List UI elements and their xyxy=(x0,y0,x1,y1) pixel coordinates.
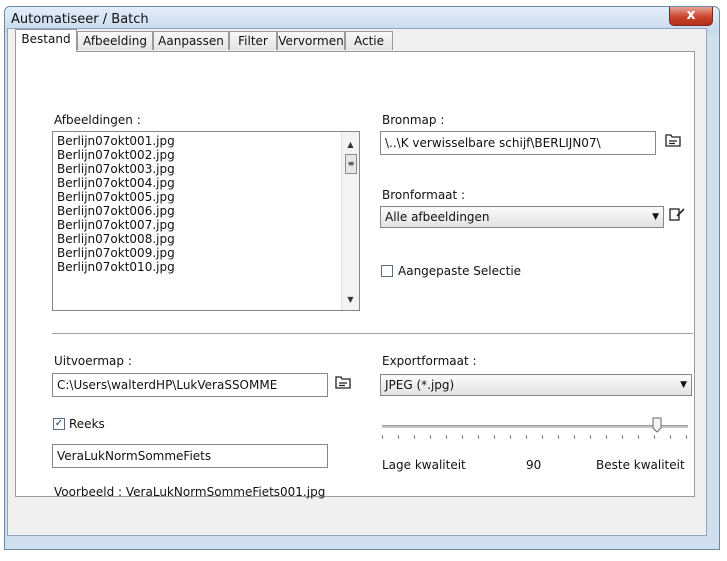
high-quality-label: Beste kwaliteit xyxy=(596,458,685,472)
edit-icon[interactable] xyxy=(666,206,688,228)
scroll-down-icon[interactable]: ▼ xyxy=(342,291,359,308)
list-item[interactable]: Berlijn07okt010.jpg xyxy=(53,260,359,274)
list-item[interactable]: Berlijn07okt004.jpg xyxy=(53,176,359,190)
folder-browse-icon[interactable] xyxy=(332,374,354,396)
export-format-label: Exportformaat : xyxy=(382,354,477,368)
folder-browse-icon[interactable] xyxy=(662,132,684,154)
list-item[interactable]: Berlijn07okt005.jpg xyxy=(53,190,359,204)
tab-afbeelding[interactable]: Afbeelding xyxy=(77,31,153,50)
images-label: Afbeeldingen : xyxy=(54,113,141,127)
output-folder-label: Uitvoermap : xyxy=(54,354,132,368)
list-item[interactable]: Berlijn07okt009.jpg xyxy=(53,246,359,260)
source-folder-label: Bronmap : xyxy=(382,113,445,127)
quality-slider-track[interactable] xyxy=(382,425,688,428)
images-listbox[interactable]: Berlijn07okt001.jpg Berlijn07okt002.jpg … xyxy=(52,131,360,311)
export-format-value: JPEG (*.jpg) xyxy=(385,378,455,392)
quality-value: 90 xyxy=(526,458,542,472)
source-folder-input[interactable]: \..\K verwisselbare schijf\BERLIJN07\ xyxy=(380,131,656,155)
list-item[interactable]: Berlijn07okt003.jpg xyxy=(53,162,359,176)
scroll-up-icon[interactable]: ▲ xyxy=(342,136,359,153)
chevron-down-icon: ▼ xyxy=(680,380,687,390)
scroll-thumb[interactable]: ≡ xyxy=(345,154,357,174)
preview-text: Voorbeeld : VeraLukNormSommeFiets001.jpg xyxy=(54,485,326,499)
tab-bestand[interactable]: Bestand xyxy=(15,29,77,52)
series-checkbox[interactable]: ✓ xyxy=(53,418,65,430)
separator xyxy=(52,333,693,335)
tab-aanpassen[interactable]: Aanpassen xyxy=(153,31,229,50)
custom-selection-label: Aangepaste Selectie xyxy=(398,264,522,278)
images-scrollbar[interactable]: ▲ ≡ ▼ xyxy=(341,132,359,310)
series-label: Reeks xyxy=(69,417,105,431)
tab-actie[interactable]: Actie xyxy=(345,31,393,50)
tab-filter[interactable]: Filter xyxy=(229,31,277,50)
close-icon: x xyxy=(686,7,696,23)
source-format-value: Alle afbeeldingen xyxy=(385,210,490,224)
source-format-select[interactable]: Alle afbeeldingen ▼ xyxy=(380,206,664,228)
list-item[interactable]: Berlijn07okt008.jpg xyxy=(53,232,359,246)
export-format-select[interactable]: JPEG (*.jpg) ▼ xyxy=(380,374,692,396)
list-item[interactable]: Berlijn07okt001.jpg xyxy=(53,134,359,148)
low-quality-label: Lage kwaliteit xyxy=(382,458,466,472)
quality-slider-thumb[interactable] xyxy=(652,417,662,433)
quality-slider-ticks xyxy=(382,435,688,439)
chevron-down-icon: ▼ xyxy=(652,212,659,222)
custom-selection-checkbox[interactable] xyxy=(381,265,393,277)
list-item[interactable]: Berlijn07okt007.jpg xyxy=(53,218,359,232)
tab-vervormen[interactable]: Vervormen xyxy=(277,31,345,50)
series-name-input[interactable]: VeraLukNormSommeFiets xyxy=(52,444,328,468)
list-item[interactable]: Berlijn07okt002.jpg xyxy=(53,148,359,162)
list-item[interactable]: Berlijn07okt006.jpg xyxy=(53,204,359,218)
window-title: Automatiseer / Batch xyxy=(11,12,149,27)
output-folder-input[interactable]: C:\Users\walterdHP\LukVeraSSOMME xyxy=(52,373,328,397)
source-format-label: Bronformaat : xyxy=(382,188,466,202)
close-button[interactable]: x xyxy=(669,7,713,26)
